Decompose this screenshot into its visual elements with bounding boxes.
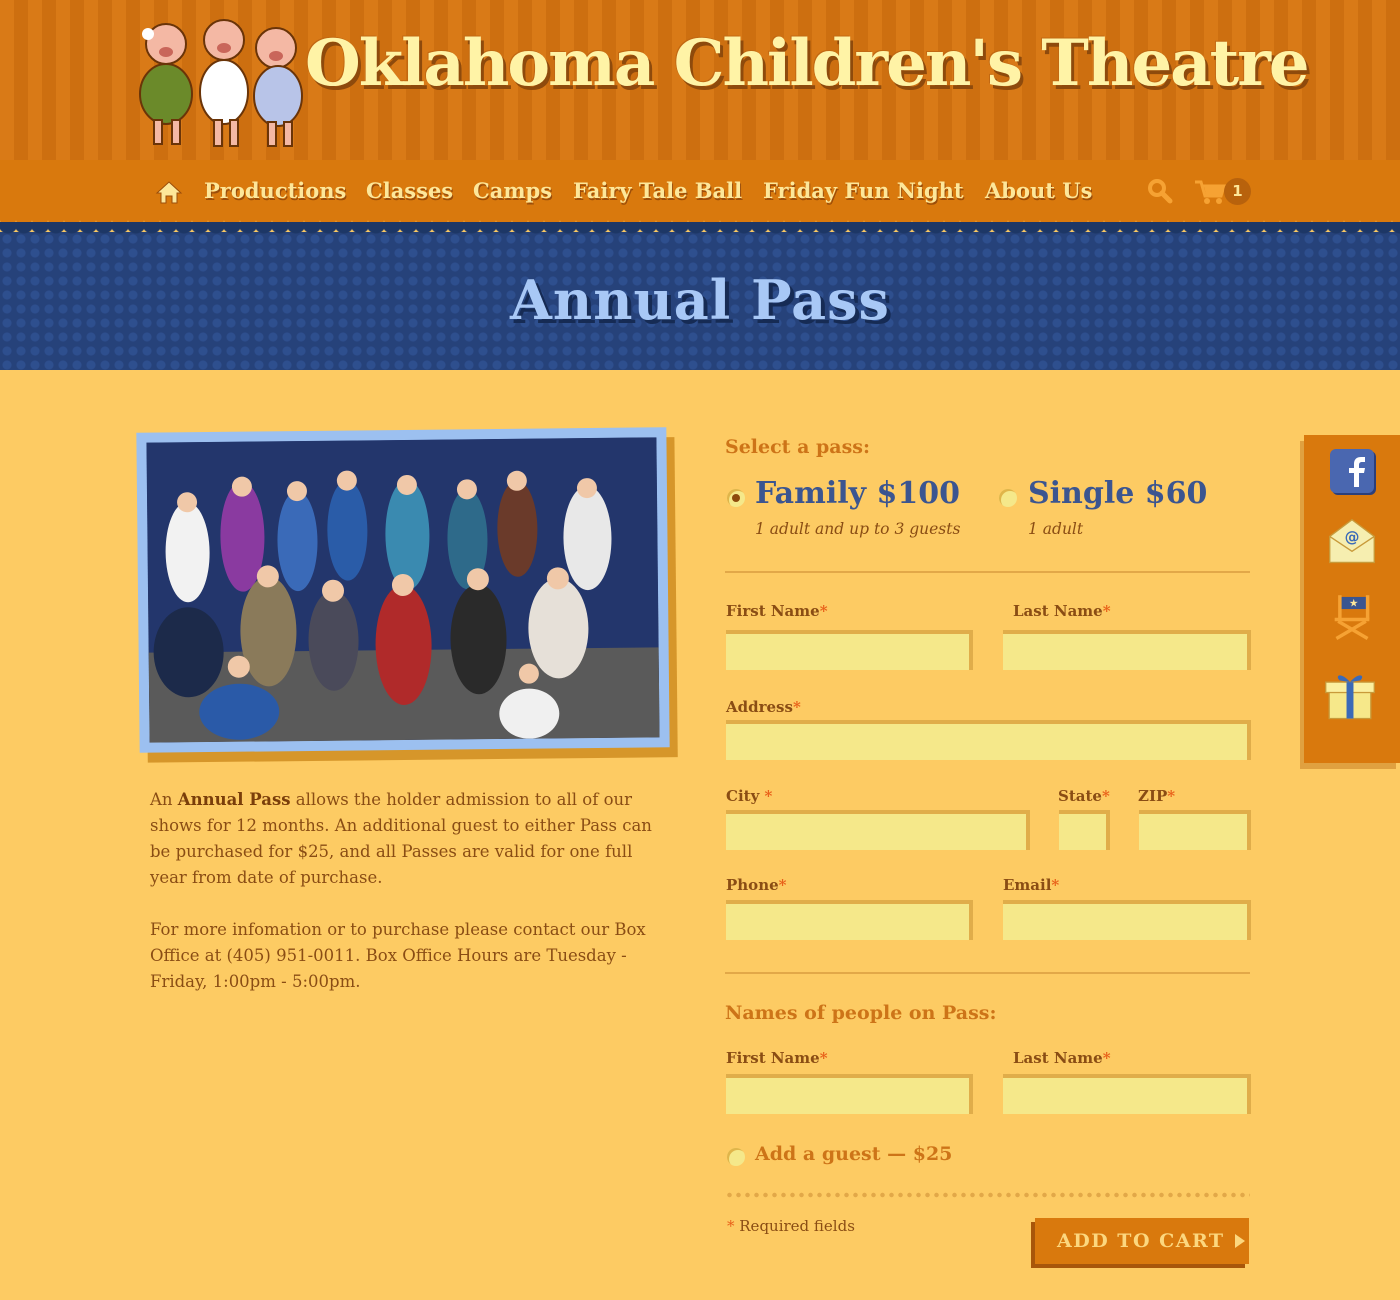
gift-icon[interactable] bbox=[1324, 670, 1376, 722]
home-icon[interactable] bbox=[155, 180, 183, 204]
nav-fairy-tale-ball[interactable]: Fairy Tale Ball bbox=[573, 178, 742, 203]
svg-text:★: ★ bbox=[1349, 597, 1358, 609]
city-field[interactable] bbox=[726, 810, 1030, 850]
label-text: First Name bbox=[726, 602, 820, 620]
label-text: Phone bbox=[726, 876, 779, 894]
search-icon[interactable] bbox=[1146, 177, 1174, 205]
required-asterisk: * bbox=[1102, 602, 1111, 620]
required-asterisk: * bbox=[1051, 876, 1060, 894]
single-pass-radio[interactable] bbox=[999, 489, 1017, 507]
zip-label: ZIP* bbox=[1138, 787, 1175, 805]
svg-text:@: @ bbox=[1345, 528, 1360, 546]
family-pass-radio[interactable] bbox=[727, 489, 745, 507]
facebook-icon[interactable] bbox=[1328, 447, 1380, 499]
state-label: State* bbox=[1058, 787, 1110, 805]
label-text: Last Name bbox=[1013, 602, 1103, 620]
required-asterisk: * bbox=[1167, 787, 1176, 805]
required-asterisk: * bbox=[727, 1217, 735, 1235]
desc-bold: Annual Pass bbox=[177, 790, 291, 809]
names-on-pass-heading: Names of people on Pass: bbox=[725, 1002, 997, 1024]
select-pass-heading: Select a pass: bbox=[725, 436, 871, 458]
pass-first-name-label: First Name* bbox=[726, 1049, 828, 1067]
divider bbox=[725, 571, 1250, 573]
production-photo-frame bbox=[136, 427, 670, 753]
play-arrow-icon bbox=[1234, 1234, 1245, 1248]
first-name-field[interactable] bbox=[726, 630, 973, 670]
city-label: City * bbox=[726, 787, 772, 805]
nav-camps[interactable]: Camps bbox=[473, 178, 552, 203]
single-pass-desc: 1 adult bbox=[1028, 520, 1084, 538]
zip-field[interactable] bbox=[1139, 810, 1251, 850]
email-label: Email* bbox=[1003, 876, 1059, 894]
nav-productions[interactable]: Productions bbox=[204, 178, 346, 203]
last-name-label: Last Name* bbox=[1013, 602, 1111, 620]
state-field[interactable] bbox=[1059, 810, 1110, 850]
required-asterisk: * bbox=[819, 602, 828, 620]
banner-scallop-edge bbox=[0, 222, 1400, 242]
cart-icon[interactable] bbox=[1193, 178, 1227, 206]
required-fields-note: * Required fields bbox=[727, 1217, 855, 1235]
family-pass-desc: 1 adult and up to 3 guests bbox=[755, 520, 961, 538]
label-text: ZIP bbox=[1138, 787, 1168, 805]
nav-friday-fun-night[interactable]: Friday Fun Night bbox=[763, 178, 964, 203]
family-pass-label[interactable]: Family $100 bbox=[755, 476, 960, 511]
add-to-cart-label: ADD TO CART bbox=[1057, 1230, 1225, 1252]
email-field[interactable] bbox=[1003, 900, 1251, 940]
page-title: Annual Pass bbox=[510, 268, 890, 332]
nav-about-us[interactable]: About Us bbox=[985, 178, 1092, 203]
label-text: Email bbox=[1003, 876, 1052, 894]
first-name-label: First Name* bbox=[726, 602, 828, 620]
label-text: Address bbox=[726, 698, 793, 716]
dotted-divider bbox=[725, 1192, 1250, 1198]
divider bbox=[725, 972, 1250, 974]
pass-first-name-field[interactable] bbox=[726, 1074, 973, 1114]
desc-text: An bbox=[150, 790, 178, 809]
add-guest-radio[interactable] bbox=[727, 1148, 745, 1166]
required-asterisk: * bbox=[1101, 787, 1110, 805]
phone-field[interactable] bbox=[726, 900, 973, 940]
site-header: Oklahoma Children's Theatre bbox=[0, 0, 1400, 160]
label-text: First Name bbox=[726, 1049, 820, 1067]
last-name-field[interactable] bbox=[1003, 630, 1251, 670]
required-asterisk: * bbox=[819, 1049, 828, 1067]
required-asterisk: * bbox=[792, 698, 801, 716]
three-pigs-logo-icon[interactable] bbox=[126, 14, 316, 154]
required-asterisk: * bbox=[1102, 1049, 1111, 1067]
nav-classes[interactable]: Classes bbox=[366, 178, 453, 203]
cart-count-badge[interactable]: 1 bbox=[1224, 178, 1251, 205]
address-label: Address* bbox=[726, 698, 801, 716]
single-pass-label[interactable]: Single $60 bbox=[1028, 476, 1207, 511]
label-text: State bbox=[1058, 787, 1102, 805]
required-note-text: Required fields bbox=[734, 1217, 855, 1235]
director-chair-icon[interactable]: ★ bbox=[1326, 590, 1378, 642]
required-asterisk: * bbox=[778, 876, 787, 894]
pass-last-name-label: Last Name* bbox=[1013, 1049, 1111, 1067]
address-field[interactable] bbox=[726, 720, 1251, 760]
label-text: Last Name bbox=[1013, 1049, 1103, 1067]
pass-description: An Annual Pass allows the holder admissi… bbox=[150, 787, 670, 891]
site-logo-text[interactable]: Oklahoma Children's Theatre bbox=[305, 26, 1310, 101]
required-asterisk: * bbox=[764, 787, 773, 805]
add-guest-label[interactable]: Add a guest — $25 bbox=[755, 1143, 952, 1165]
pass-last-name-field[interactable] bbox=[1003, 1074, 1251, 1114]
box-office-info: For more infomation or to purchase pleas… bbox=[150, 920, 646, 991]
email-icon[interactable]: @ bbox=[1326, 516, 1378, 568]
add-to-cart-button[interactable]: ADD TO CART bbox=[1035, 1218, 1249, 1264]
label-text: City bbox=[726, 787, 760, 805]
production-photo bbox=[146, 437, 660, 743]
phone-label: Phone* bbox=[726, 876, 787, 894]
